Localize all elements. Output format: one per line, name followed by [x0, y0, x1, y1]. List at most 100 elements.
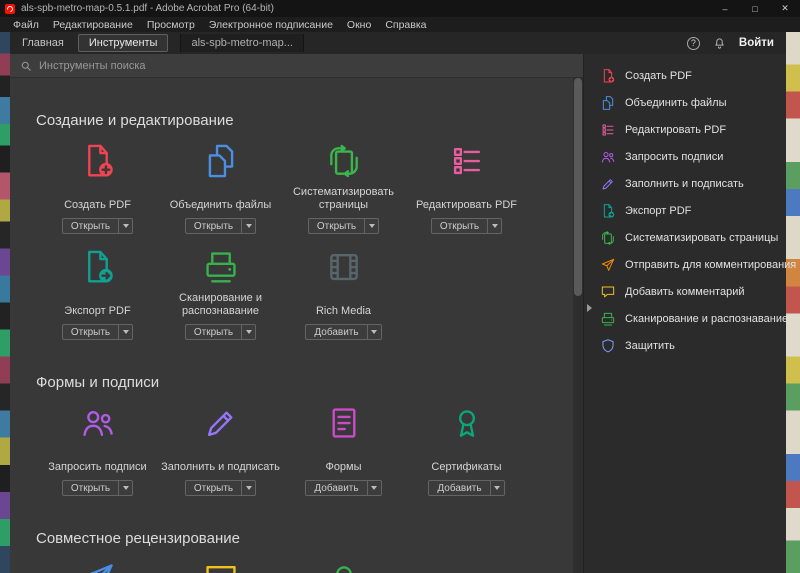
- panel-item-label: Редактировать PDF: [625, 123, 727, 136]
- tool-action-button[interactable]: Открыть: [184, 480, 257, 496]
- tool-action-button[interactable]: Добавить: [305, 324, 382, 340]
- scan-icon: [202, 248, 240, 286]
- search-bar: [10, 54, 583, 78]
- window-title: als-spb-metro-map-0.5.1.pdf - Adobe Acro…: [21, 3, 274, 14]
- title-bar: als-spb-metro-map-0.5.1.pdf - Adobe Acro…: [0, 0, 800, 17]
- panel-item-label: Создать PDF: [625, 69, 692, 82]
- dropdown-arrow-icon[interactable]: [366, 481, 381, 495]
- menu-item-3[interactable]: Электронное подписание: [202, 19, 340, 31]
- tool-card-combine-files: Объединить файлы Открыть: [159, 142, 282, 234]
- tool-label: Сертификаты: [431, 461, 502, 473]
- tool-action-button[interactable]: Открыть: [61, 218, 134, 234]
- certificates-icon: [448, 404, 486, 442]
- desktop-background-left: [0, 32, 10, 573]
- tool-label: Сканирование и распознавание: [179, 292, 262, 317]
- panel-item-organize-pages[interactable]: Систематизировать страницы: [584, 224, 786, 251]
- panel-item-request-signatures[interactable]: Запросить подписи: [584, 143, 786, 170]
- tool-action-button[interactable]: Открыть: [184, 324, 257, 340]
- tool-action-button[interactable]: Добавить: [305, 480, 382, 496]
- maximize-button[interactable]: □: [740, 0, 770, 17]
- protect-icon: [600, 338, 616, 354]
- panel-item-export-pdf[interactable]: Экспорт PDF: [584, 197, 786, 224]
- tool-action-label[interactable]: Открыть: [186, 481, 241, 495]
- menu-item-4[interactable]: Окно: [340, 19, 378, 31]
- tool-action-button[interactable]: Открыть: [184, 218, 257, 234]
- dropdown-arrow-icon[interactable]: [241, 325, 255, 339]
- dropdown-arrow-icon[interactable]: [241, 481, 255, 495]
- tool-action-label[interactable]: Добавить: [306, 481, 366, 495]
- tool-card-export-pdf: Экспорт PDF Открыть: [36, 248, 159, 340]
- panel-item-scan[interactable]: Сканирование и распознавание: [584, 305, 788, 332]
- dropdown-arrow-icon[interactable]: [241, 219, 255, 233]
- dropdown-arrow-icon[interactable]: [118, 219, 132, 233]
- panel-item-label: Добавить комментарий: [625, 285, 745, 298]
- window-controls: – □ ✕: [710, 0, 800, 17]
- panel-item-label: Отправить для комментирования: [625, 258, 797, 271]
- vertical-scrollbar[interactable]: [573, 78, 583, 573]
- tool-action-label[interactable]: Добавить: [306, 325, 366, 339]
- dropdown-arrow-icon[interactable]: [118, 481, 132, 495]
- panel-item-label: Систематизировать страницы: [625, 231, 779, 244]
- tool-card-scan: Сканирование и распознавание Открыть: [159, 248, 282, 340]
- panel-item-add-comment[interactable]: Добавить комментарий: [584, 278, 786, 305]
- tools-search-input[interactable]: [39, 59, 573, 72]
- tool-card-rich-media: Rich Media Добавить: [282, 248, 405, 340]
- tabbar-right-actions: ? Войти: [686, 36, 786, 50]
- export-pdf-icon: [79, 248, 117, 286]
- tool-card-edit-pdf: Редактировать PDF Открыть: [405, 142, 528, 234]
- right-tools-panel: Создать PDF Объединить файлы Редактировать…: [583, 54, 796, 573]
- panel-collapse-handle-icon[interactable]: [587, 304, 592, 312]
- send-for-comments-icon: [600, 257, 616, 273]
- tool-card-create-pdf: Создать PDF Открыть: [36, 142, 159, 234]
- minimize-button[interactable]: –: [710, 0, 740, 17]
- tool-action-button[interactable]: Открыть: [430, 218, 503, 234]
- tool-action-button[interactable]: Открыть: [61, 324, 134, 340]
- tool-action-label[interactable]: Открыть: [309, 219, 364, 233]
- tool-action-label[interactable]: Открыть: [186, 219, 241, 233]
- panel-item-fill-sign[interactable]: Заполнить и подписать: [584, 170, 786, 197]
- tool-action-label[interactable]: Открыть: [63, 219, 118, 233]
- notifications-bell-icon[interactable]: [713, 37, 726, 50]
- organize-pages-icon: [325, 142, 363, 180]
- panel-item-edit-pdf[interactable]: Редактировать PDF: [584, 116, 786, 143]
- menu-item-2[interactable]: Просмотр: [140, 19, 202, 31]
- dropdown-arrow-icon[interactable]: [489, 481, 504, 495]
- panel-item-send-for-comments[interactable]: Отправить для комментирования: [584, 251, 796, 278]
- scrollbar-thumb[interactable]: [574, 78, 582, 296]
- desktop-background-right: [786, 32, 800, 573]
- tool-action-label[interactable]: Открыть: [63, 325, 118, 339]
- menu-bar: Файл Редактирование Просмотр Электронное по…: [0, 17, 800, 32]
- acrobat-window: als-spb-metro-map-0.5.1.pdf - Adobe Acro…: [0, 0, 800, 573]
- dropdown-arrow-icon[interactable]: [364, 219, 378, 233]
- tool-label: Заполнить и подписать: [161, 461, 280, 473]
- menu-item-0[interactable]: Файл: [6, 19, 46, 31]
- tool-action-label[interactable]: Открыть: [432, 219, 487, 233]
- tool-action-button[interactable]: Добавить: [428, 480, 505, 496]
- window-body: Главная Инструменты als-spb-metro-map...…: [10, 32, 796, 573]
- edit-pdf-icon: [600, 122, 616, 138]
- rich-media-icon: [325, 248, 363, 286]
- close-button[interactable]: ✕: [770, 0, 800, 17]
- tool-action-label[interactable]: Добавить: [429, 481, 489, 495]
- dropdown-arrow-icon[interactable]: [118, 325, 132, 339]
- tab-document[interactable]: als-spb-metro-map...: [180, 34, 304, 52]
- sign-in-button[interactable]: Войти: [739, 37, 774, 49]
- tab-home[interactable]: Главная: [12, 35, 74, 51]
- tool-action-button[interactable]: Открыть: [307, 218, 380, 234]
- tool-action-label[interactable]: Открыть: [63, 481, 118, 495]
- menu-item-1[interactable]: Редактирование: [46, 19, 140, 31]
- tool-label: Систематизировать страницы: [292, 186, 395, 211]
- tool-action-label[interactable]: Открыть: [186, 325, 241, 339]
- panel-item-combine-files[interactable]: Объединить файлы: [584, 89, 786, 116]
- tab-tools[interactable]: Инструменты: [77, 34, 169, 52]
- right-panel-list: Создать PDF Объединить файлы Редактировать…: [584, 62, 796, 359]
- dropdown-arrow-icon[interactable]: [366, 325, 381, 339]
- help-icon[interactable]: ?: [686, 36, 700, 50]
- tool-action-button[interactable]: Открыть: [61, 480, 134, 496]
- panel-item-protect[interactable]: Защитить: [584, 332, 786, 359]
- menu-item-5[interactable]: Справка: [378, 19, 433, 31]
- dropdown-arrow-icon[interactable]: [487, 219, 501, 233]
- add-comment-icon: [600, 284, 616, 300]
- panel-item-create-pdf[interactable]: Создать PDF: [584, 62, 786, 89]
- tool-card-partial: [36, 560, 159, 573]
